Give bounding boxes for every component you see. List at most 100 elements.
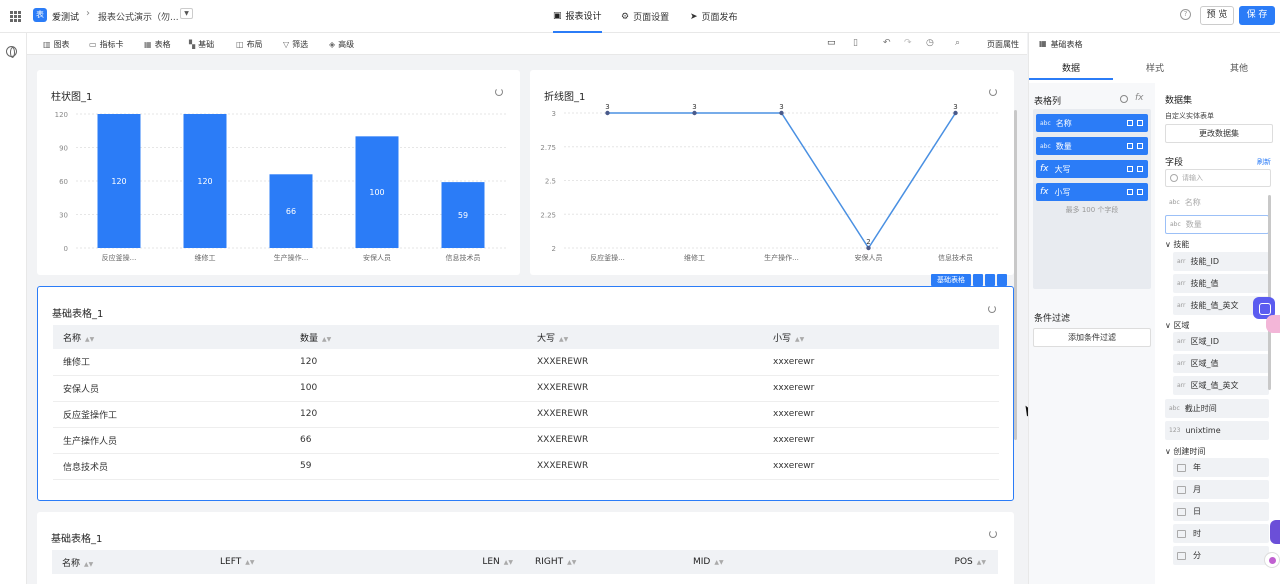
field-item[interactable]: abc 截止时间 (1165, 399, 1269, 418)
fields-scrollbar[interactable] (1268, 195, 1271, 390)
field-item[interactable]: arr 区域_值_英文 (1173, 376, 1269, 395)
gear-icon[interactable] (1120, 95, 1128, 103)
field-item[interactable]: 123 unixtime (1165, 421, 1269, 440)
table-row[interactable]: 维修工 120 XXXEREWR xxxerewr (53, 349, 999, 376)
chevron-down-icon: ∨ (1165, 447, 1171, 456)
refresh-link[interactable]: 刷新 (1257, 157, 1271, 167)
table-row[interactable]: 信息技术员 59 XXXEREWR xxxerewr (53, 453, 999, 480)
x-tick-label: 维修工 (684, 253, 705, 262)
field-item[interactable]: 月 (1173, 480, 1269, 499)
field-item[interactable]: 日 (1173, 502, 1269, 521)
x-tick-label: 信息技术员 (446, 253, 481, 262)
toolbar-chart[interactable]: ▥ 图表 (43, 39, 70, 50)
field-item[interactable]: 分 (1173, 546, 1269, 565)
edit-icon (1127, 189, 1133, 195)
canvas-scrollbar[interactable] (1014, 110, 1017, 440)
data-table-2: 名称 ▲▼ LEFT ▲▼ LEN ▲▼ RIGHT ▲▼ MID ▲▼ POS ▲▼ (52, 550, 998, 574)
breadcrumb[interactable]: 报表公式演示（勿... (98, 10, 179, 23)
toolbar-advanced[interactable]: ◈ 高级 (329, 39, 354, 50)
tab-report-design[interactable]: ▣ 报表设计 (553, 0, 602, 33)
globe-icon[interactable] (6, 46, 17, 58)
data-label: 59 (458, 211, 468, 220)
toolbar-filter[interactable]: ▽ 筛选 (283, 39, 308, 50)
field-item[interactable]: 年 (1173, 458, 1269, 477)
column-header[interactable]: 大写 ▲▼ (527, 325, 763, 349)
table-cell: XXXEREWR (527, 427, 763, 454)
column-pill[interactable]: abc 名称 (1036, 114, 1148, 132)
toolbar-layout[interactable]: ◫ 布局 (236, 39, 263, 50)
field-item[interactable]: arr 区域_值 (1173, 354, 1269, 373)
column-pill[interactable]: fx 小写 (1036, 183, 1148, 201)
apps-grid-icon[interactable] (10, 11, 21, 22)
table-row[interactable]: 生产操作人员 66 XXXEREWR xxxerewr (53, 427, 999, 454)
copy-icon[interactable] (985, 274, 995, 286)
redo-icon[interactable]: ↷ (904, 38, 912, 48)
help-icon[interactable]: ? (1180, 9, 1191, 20)
page-properties-button[interactable]: 页面属性 (987, 39, 1019, 50)
search-icon[interactable]: ⌕ (955, 38, 960, 48)
table-row[interactable]: 反应釜操作工 120 XXXEREWR xxxerewr (53, 401, 999, 428)
change-dataset-button[interactable]: 更改数据集 (1165, 124, 1273, 143)
edit-icon (1127, 166, 1133, 172)
undo-icon[interactable]: ↶ (883, 38, 891, 48)
bar-chart-card[interactable]: 柱状图_1 0 30 60 90 120 反应釜操... 维修工 生产操作... 安保人员 信息技… (37, 70, 520, 275)
basic-table-card-2[interactable]: 基础表格_1 名称 ▲▼ LEFT ▲▼ LEN ▲▼ RIGHT ▲▼ MID ▲▼ P… (37, 512, 1014, 584)
side-widget-icon[interactable] (1266, 315, 1280, 333)
column-header[interactable]: MID ▲▼ (683, 550, 841, 574)
field-item[interactable]: abc 名称 (1165, 193, 1269, 212)
selection-tag[interactable]: 基础表格 (931, 274, 971, 286)
refresh-icon[interactable] (988, 305, 996, 313)
tab-page-settings[interactable]: ⚙ 页面设置 (621, 0, 669, 33)
add-filter-button[interactable]: 添加条件过滤 (1033, 328, 1151, 347)
column-header[interactable]: 数量 ▲▼ (290, 325, 527, 349)
data-label: 3 (779, 103, 783, 111)
column-header[interactable]: 名称 ▲▼ (52, 550, 210, 574)
mobile-icon[interactable]: ▯ (853, 38, 858, 48)
line-chart-card[interactable]: 折线图_1 2 2.25 2.5 2.75 3 反应釜操... 维修工 生产操作... 安保人员… (530, 70, 1014, 275)
table-cell: 120 (290, 349, 527, 376)
field-item[interactable]: arr 区域_ID (1173, 332, 1269, 351)
field-group-skill[interactable]: ∨ 技能 (1165, 239, 1189, 250)
field-item[interactable]: 时 (1173, 524, 1269, 543)
brain-icon[interactable] (1264, 552, 1280, 568)
toolbar-basic[interactable]: ▚ 基础 (189, 39, 214, 50)
column-header[interactable]: POS ▲▼ (841, 550, 998, 574)
data-table: 名称 ▲▼ 数量 ▲▼ 大写 ▲▼ 小写 ▲▼ 维修工 120 XXXEREWR xxxere… (53, 325, 999, 480)
side-widget-icon[interactable] (1270, 520, 1280, 544)
toolbar-metric-card[interactable]: ▭ 指标卡 (89, 39, 124, 50)
toolbar-table[interactable]: ▦ 表格 (144, 39, 171, 50)
table-cell: XXXEREWR (527, 401, 763, 428)
delete-icon[interactable] (997, 274, 1007, 286)
field-group-region[interactable]: ∨ 区域 (1165, 320, 1189, 331)
chevron-down-icon[interactable]: ▼ (180, 8, 193, 19)
field-group-created-time[interactable]: ∨ 创建时间 (1165, 446, 1205, 457)
field-item[interactable]: arr 技能_ID (1173, 252, 1269, 271)
tab-data[interactable]: 数据 (1029, 58, 1113, 80)
tab-page-publish[interactable]: ➤ 页面发布 (690, 0, 738, 33)
column-header[interactable]: RIGHT ▲▼ (525, 550, 683, 574)
column-header[interactable]: 小写 ▲▼ (763, 325, 999, 349)
preview-button[interactable]: 预 览 (1200, 6, 1234, 25)
field-item[interactable]: arr 技能_值 (1173, 274, 1269, 293)
table-row[interactable]: 安保人员 100 XXXEREWR xxxerewr (53, 375, 999, 402)
data-label: 120 (197, 177, 212, 186)
basic-table-card-selected[interactable]: 基础表格 基础表格_1 名称 ▲▼ 数量 ▲▼ 大写 ▲▼ 小写 ▲▼ 维修工 120 XX… (37, 274, 1014, 501)
tab-other[interactable]: 其他 (1197, 58, 1280, 80)
refresh-icon[interactable] (989, 530, 997, 538)
column-header[interactable]: 名称 ▲▼ (53, 325, 290, 349)
column-pill[interactable]: abc 数量 (1036, 137, 1148, 155)
save-button[interactable]: 保 存 (1239, 6, 1275, 25)
field-search-input[interactable]: 请输入 (1165, 169, 1271, 187)
column-pill[interactable]: fx 大写 (1036, 160, 1148, 178)
tab-style[interactable]: 样式 (1113, 58, 1197, 80)
refresh-icon[interactable] (973, 274, 983, 286)
column-header[interactable]: LEN ▲▼ (368, 550, 525, 574)
desktop-icon[interactable]: ▭ (827, 38, 836, 48)
column-header[interactable]: LEFT ▲▼ (210, 550, 368, 574)
history-icon[interactable]: ◷ (926, 38, 934, 48)
app-name[interactable]: 爱测试 (52, 10, 79, 23)
layout-icon: ◫ (236, 40, 244, 49)
formula-icon[interactable]: fx (1135, 93, 1144, 103)
field-item[interactable]: abc 数量 (1165, 215, 1269, 234)
data-label: 3 (605, 103, 609, 111)
